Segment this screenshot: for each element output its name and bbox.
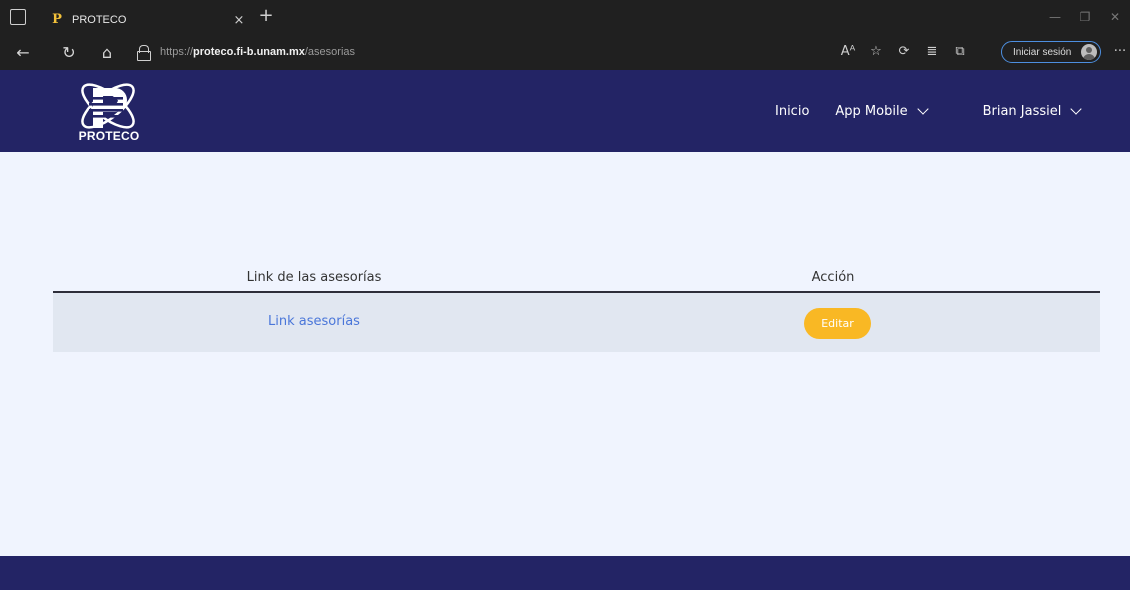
table-row: Link asesorías Editar — [53, 293, 1100, 352]
more-options-icon[interactable]: ··· — [1111, 42, 1129, 62]
column-header-action: Acción — [811, 270, 855, 285]
proteco-logo[interactable]: PROTECO — [73, 79, 145, 143]
close-tab-icon[interactable]: × — [228, 13, 250, 28]
nav-app-mobile[interactable]: App Mobile — [835, 102, 929, 119]
chevron-down-icon — [916, 102, 929, 115]
asesorias-table: Link de las asesorías Acción Link asesor… — [53, 256, 1100, 352]
lock-icon[interactable] — [136, 44, 152, 61]
collections-icon[interactable]: ⧉ — [948, 42, 972, 62]
page-content: PROTECO Inicio App Mobile Brian Jassiel … — [0, 70, 1130, 590]
proteco-favicon-icon: P — [52, 12, 62, 27]
signin-button[interactable]: Iniciar sesión — [1001, 41, 1101, 63]
nav-inicio[interactable]: Inicio — [775, 104, 809, 119]
main-nav: Inicio App Mobile Brian Jassiel — [775, 70, 1083, 152]
url-field[interactable]: https://proteco.fi-b.unam.mx/asesorias — [136, 41, 896, 63]
window-controls: — ❐ ✕ — [1040, 0, 1130, 34]
edit-button[interactable]: Editar — [804, 308, 871, 339]
signin-label: Iniciar sesión — [1013, 46, 1072, 58]
logo-text: PROTECO — [78, 129, 140, 143]
column-header-link: Link de las asesorías — [246, 270, 382, 285]
nav-user-label: Brian Jassiel — [982, 103, 1062, 119]
refresh-icon[interactable]: ↻ — [58, 42, 80, 64]
site-header: PROTECO Inicio App Mobile Brian Jassiel — [0, 70, 1130, 152]
favorites-list-icon[interactable]: ≣ — [920, 42, 944, 62]
refresh-extension-icon[interactable]: ⟳ — [892, 42, 916, 62]
avatar-icon — [1081, 44, 1097, 60]
tab-title: PROTECO — [72, 14, 127, 26]
table-header: Link de las asesorías Acción — [53, 256, 1100, 293]
back-icon[interactable]: ← — [12, 42, 34, 64]
url-text: https://proteco.fi-b.unam.mx/asesorias — [160, 46, 356, 58]
address-bar: ← ↻ ⌂ https://proteco.fi-b.unam.mx/aseso… — [0, 34, 1130, 70]
minimize-icon[interactable]: — — [1040, 0, 1070, 34]
read-aloud-icon[interactable]: Aᴬ — [836, 42, 860, 62]
nav-app-mobile-label: App Mobile — [835, 103, 908, 119]
nav-user-menu[interactable]: Brian Jassiel — [982, 102, 1083, 119]
tab-bar: P PROTECO × + — ❐ ✕ — [0, 0, 1130, 34]
toolbar-icons: Aᴬ ☆ ⟳ ≣ ⧉ — [836, 42, 976, 62]
home-icon[interactable]: ⌂ — [96, 42, 118, 64]
tab-actions-icon[interactable] — [10, 9, 26, 25]
site-footer — [0, 556, 1130, 590]
chevron-down-icon — [1070, 102, 1083, 115]
restore-icon[interactable]: ❐ — [1070, 0, 1100, 34]
proteco-logo-icon — [81, 83, 135, 129]
asesorias-link[interactable]: Link asesorías — [268, 314, 360, 329]
new-tab-icon[interactable]: + — [256, 4, 276, 28]
tab-proteco[interactable]: P PROTECO × — [50, 6, 250, 34]
browser-window: P PROTECO × + — ❐ ✕ ← ↻ ⌂ https://protec… — [0, 0, 1130, 590]
favorite-icon[interactable]: ☆ — [864, 42, 888, 62]
close-window-icon[interactable]: ✕ — [1100, 0, 1130, 34]
